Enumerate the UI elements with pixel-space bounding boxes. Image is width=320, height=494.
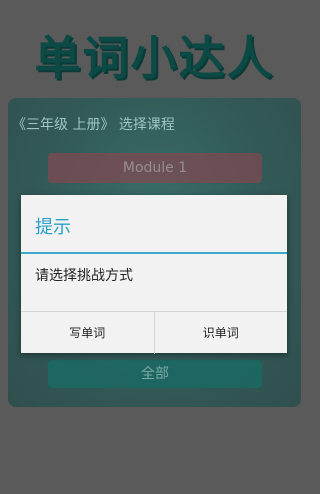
write-words-button[interactable]: 写单词: [21, 312, 154, 354]
recognize-words-button[interactable]: 识单词: [153, 312, 288, 354]
challenge-dialog: 提示 请选择挑战方式 写单词 识单词: [21, 195, 287, 354]
dialog-divider: [21, 252, 287, 254]
module-button[interactable]: Module 1: [48, 153, 262, 183]
app-title: 单词小达人: [34, 31, 275, 85]
dialog-message: 请选择挑战方式: [35, 268, 133, 284]
dialog-button-bar: 写单词 识单词: [21, 311, 287, 354]
panel-title: 《三年级 上册》 选择课程: [12, 117, 175, 133]
dialog-title: 提示: [35, 217, 71, 238]
all-button[interactable]: 全部: [48, 360, 262, 388]
